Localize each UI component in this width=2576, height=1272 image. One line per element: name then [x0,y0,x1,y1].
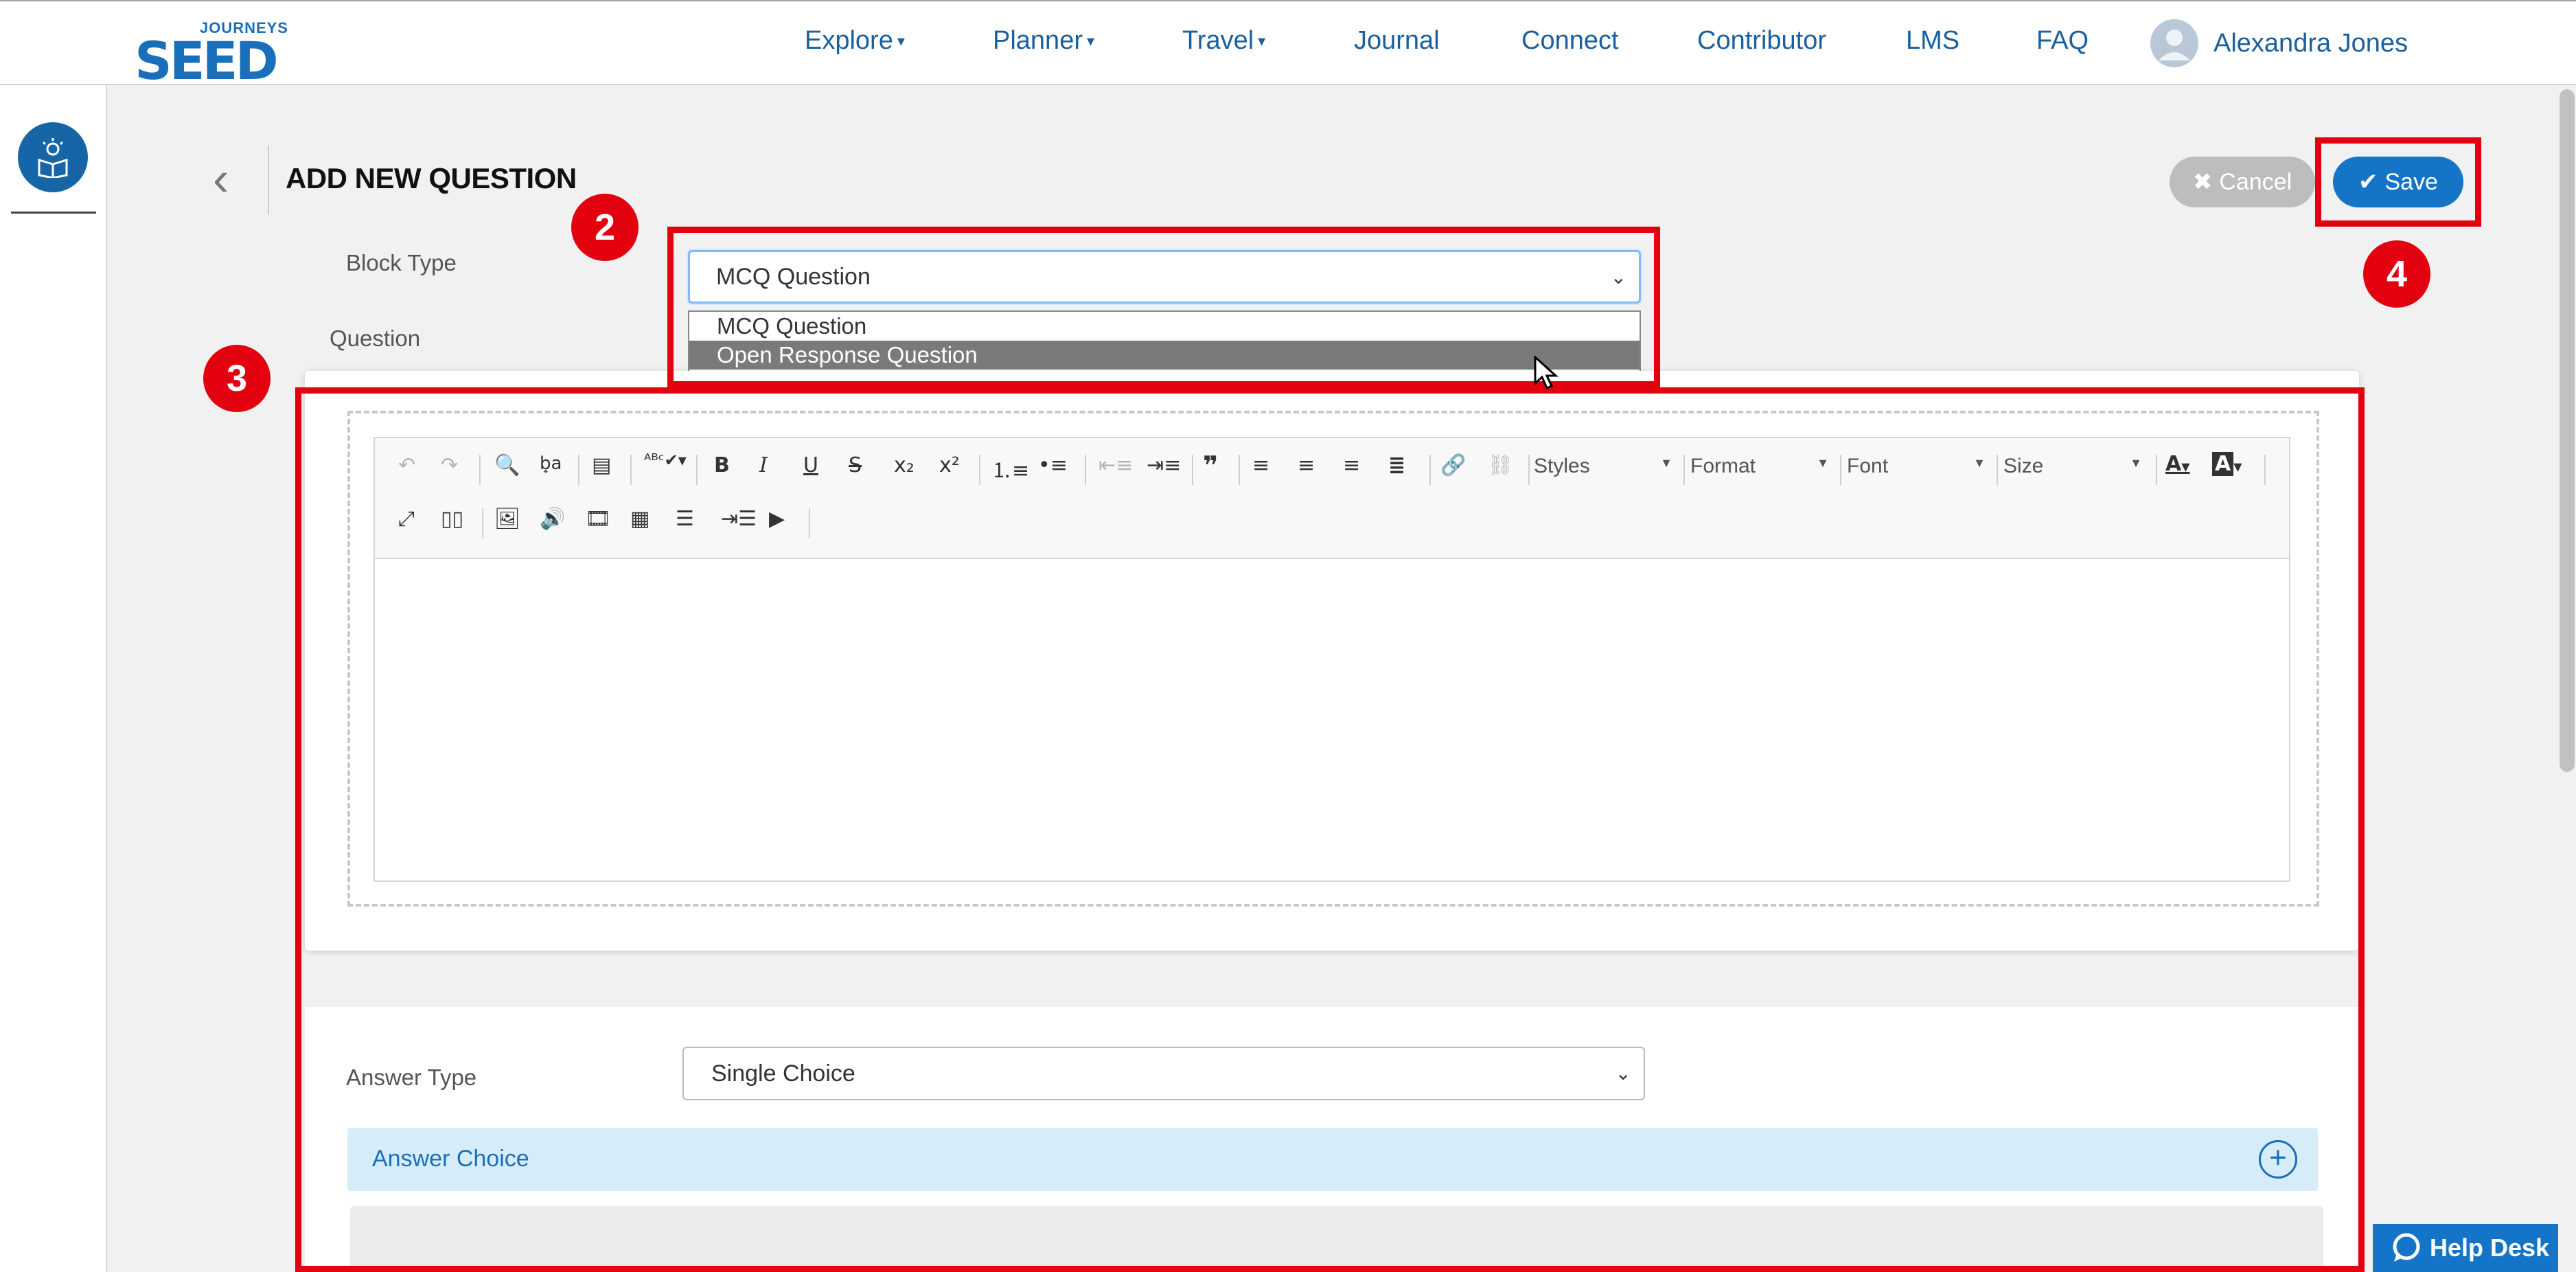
block-type-label: Block Type [346,250,457,275]
annotation-badge-2: 2 [571,194,639,261]
back-chevron-icon[interactable]: ‹ [213,151,229,206]
seed-journeys-logo[interactable]: JOURNEYS SEED [135,18,292,91]
logo-seed-text: SEED [135,30,279,91]
cancel-label: Cancel [2219,168,2292,195]
annotation-box-2 [667,227,1660,387]
user-menu[interactable]: Alexandra Jones [2150,19,2408,67]
chat-bubble-icon [2393,1233,2420,1262]
annotation-box-4 [2315,137,2481,227]
nav-contributor-label: Contributor [1697,26,1826,55]
nav-explore-label: Explore [805,26,893,55]
nav-faq-label: FAQ [2036,26,2089,55]
caret-down-icon: ▾ [897,32,905,49]
nav-lms-label: LMS [1906,26,1960,55]
help-desk-label: Help Desk [2429,1234,2550,1262]
mouse-cursor-icon [1534,356,1559,389]
avatar [2150,19,2198,67]
nav-lms[interactable]: LMS [1906,26,1959,56]
nav-connect[interactable]: Connect [1521,26,1619,56]
nav-explore[interactable]: Explore ▾ [805,26,905,56]
nav-travel-label: Travel [1182,26,1254,55]
annotation-badge-3: 3 [203,345,271,412]
nav-journal-label: Journal [1354,26,1440,55]
annotation-badge-4: 4 [2363,240,2430,308]
annotation-box-3 [295,387,2365,1272]
nav-connect-label: Connect [1521,26,1619,55]
header-divider [268,146,269,214]
question-label: Question [330,326,421,351]
nav-journal[interactable]: Journal [1354,26,1440,56]
nav-faq[interactable]: FAQ [2036,26,2089,56]
user-name: Alexandra Jones [2213,28,2408,58]
cancel-button[interactable]: ✖ Cancel [2170,157,2315,207]
nav-planner-label: Planner [993,26,1083,55]
page-title: ADD NEW QUESTION [286,162,577,194]
lightbulb-book-icon[interactable] [18,122,88,192]
caret-down-icon: ▾ [1086,32,1095,49]
help-desk-button[interactable]: Help Desk [2373,1224,2568,1272]
close-icon: ✖ [2192,169,2213,195]
left-sidebar [0,85,107,1272]
top-navbar: JOURNEYS SEED Explore ▾ Planner ▾ Travel ▾ … [0,0,2576,91]
nav-planner[interactable]: Planner ▾ [993,26,1094,56]
sidebar-divider [11,212,96,214]
nav-travel[interactable]: Travel ▾ [1182,26,1265,56]
nav-contributor[interactable]: Contributor [1697,26,1826,56]
scrollbar-thumb[interactable] [2560,89,2575,772]
caret-down-icon: ▾ [1258,32,1266,49]
